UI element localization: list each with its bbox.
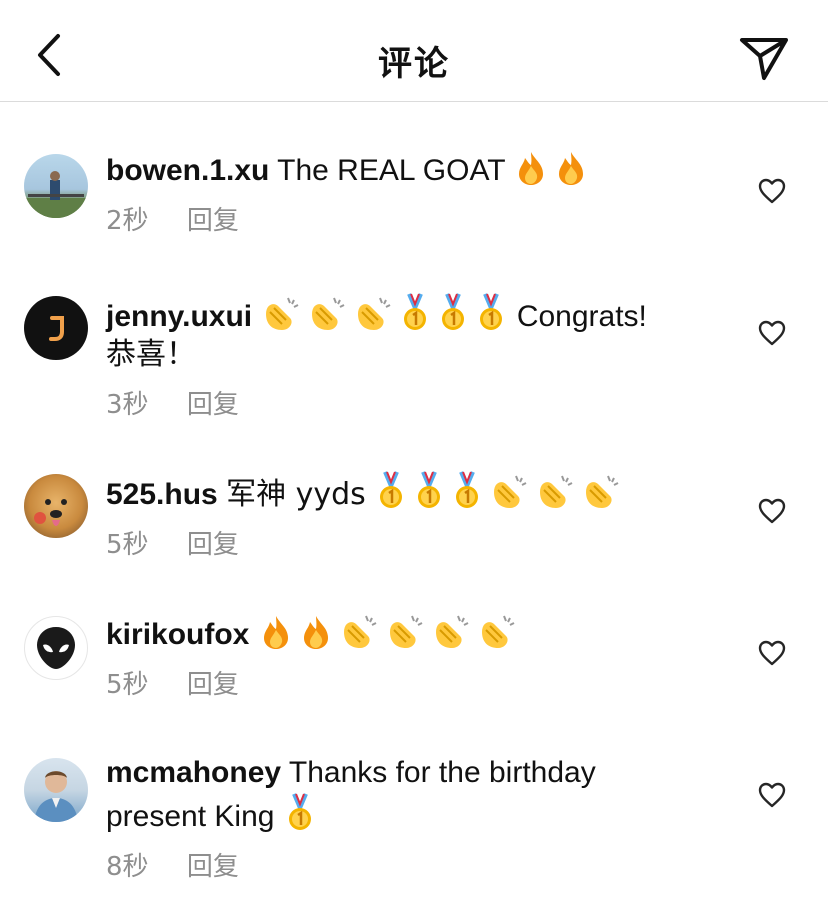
- comment-text: kirikoufox: [106, 612, 706, 654]
- comment-meta: 5秒 回复: [106, 664, 706, 701]
- comment-text: 525.hus 军神 yyds: [106, 470, 706, 514]
- comment-text: bowen.1.xu The REAL GOAT: [106, 150, 706, 190]
- heart-icon[interactable]: [758, 498, 786, 524]
- emoji-group: [513, 150, 589, 186]
- fire-icon: [263, 616, 288, 649]
- clapping-hands-icon: [266, 297, 299, 330]
- avatar[interactable]: [24, 758, 88, 822]
- reply-button[interactable]: 回复: [187, 664, 239, 701]
- clapping-hands-icon: [481, 615, 515, 648]
- heart-icon[interactable]: [758, 782, 786, 808]
- clapping-hands-icon: [343, 615, 377, 648]
- comment-body: kirikoufox 5秒 回复: [106, 612, 706, 701]
- comment-meta: 8秒 回复: [106, 846, 706, 883]
- comment-body: bowen.1.xu The REAL GOAT 2秒 回复: [106, 150, 706, 237]
- gold-medal-icon: [288, 793, 311, 830]
- avatar-photo-icon: [24, 171, 88, 218]
- clapping-hands-icon: [389, 615, 423, 648]
- comment-message: 军神 yyds: [226, 477, 366, 512]
- comment-body: 525.hus 军神 yyds 5秒 回复: [106, 470, 706, 561]
- comment-username[interactable]: bowen.1.xu: [106, 154, 269, 187]
- fire-icon: [303, 616, 328, 649]
- logo-icon: [49, 316, 64, 341]
- page-title: 评论: [378, 44, 450, 84]
- comment-username[interactable]: kirikoufox: [106, 618, 249, 651]
- emoji-group: [258, 612, 518, 650]
- clapping-hands-icon: [435, 615, 469, 648]
- comment-username[interactable]: jenny.uxui: [106, 300, 252, 333]
- gold-medal-icon: [380, 471, 403, 508]
- comment-body: mcmahoney Thanks for the birthday presen…: [106, 754, 706, 883]
- comment-time: 2秒: [106, 206, 149, 236]
- comment-message: Thanks for the birthday: [288, 756, 596, 789]
- send-icon: [740, 38, 788, 80]
- comment-text: jenny.uxui Congrats! 恭喜！: [106, 292, 706, 374]
- comment-time: 5秒: [106, 670, 149, 700]
- comment-meta: 2秒 回复: [106, 200, 706, 237]
- heart-icon[interactable]: [758, 178, 786, 204]
- comment-username[interactable]: 525.hus: [106, 478, 218, 511]
- comment-meta: 3秒 回复: [106, 384, 706, 421]
- reply-button[interactable]: 回复: [187, 384, 239, 421]
- gold-medal-icon: [456, 471, 479, 508]
- gold-medal-icon: [418, 471, 441, 508]
- reply-button[interactable]: 回复: [187, 200, 239, 237]
- comment-message-continued: present King: [106, 800, 275, 833]
- avatar[interactable]: [24, 296, 88, 360]
- comment-time: 3秒: [106, 390, 149, 420]
- gold-medal-icon: [404, 293, 427, 330]
- comment-second-line: present King: [106, 792, 706, 836]
- comment-meta: 5秒 回复: [106, 524, 706, 561]
- emoji-group: [374, 470, 622, 510]
- avatar[interactable]: [24, 154, 88, 218]
- comment-text: mcmahoney Thanks for the birthday presen…: [106, 754, 706, 836]
- comment-message: Congrats!: [516, 300, 647, 333]
- reply-button[interactable]: 回复: [187, 846, 239, 883]
- clapping-hands-icon: [494, 475, 527, 508]
- fire-icon: [559, 152, 584, 185]
- fire-icon: [519, 152, 544, 185]
- comment-username[interactable]: mcmahoney: [106, 756, 281, 789]
- reply-button[interactable]: 回复: [187, 524, 239, 561]
- clapping-hands-icon: [358, 297, 391, 330]
- clapping-hands-icon: [312, 297, 345, 330]
- comment-second-line: 恭喜！: [106, 337, 196, 372]
- person-photo-icon: [34, 771, 78, 822]
- clapping-hands-icon: [540, 475, 573, 508]
- avatar[interactable]: [24, 474, 88, 538]
- heart-icon[interactable]: [758, 320, 786, 346]
- comment-message: The REAL GOAT: [277, 154, 506, 187]
- share-button[interactable]: [738, 32, 790, 82]
- gold-medal-icon: [480, 293, 503, 330]
- comment-body: jenny.uxui Congrats! 恭喜！ 3秒 回复: [106, 292, 706, 421]
- header-bar: 评论: [0, 0, 828, 102]
- comment-time: 8秒: [106, 852, 149, 882]
- alien-icon: [37, 627, 75, 669]
- gold-medal-icon: [442, 293, 465, 330]
- comment-time: 5秒: [106, 530, 149, 560]
- clapping-hands-icon: [586, 475, 619, 508]
- emoji-group: [283, 792, 317, 832]
- dog-photo-icon: [34, 499, 67, 526]
- avatar[interactable]: [24, 616, 88, 680]
- emoji-group: [260, 292, 508, 332]
- heart-icon[interactable]: [758, 640, 786, 666]
